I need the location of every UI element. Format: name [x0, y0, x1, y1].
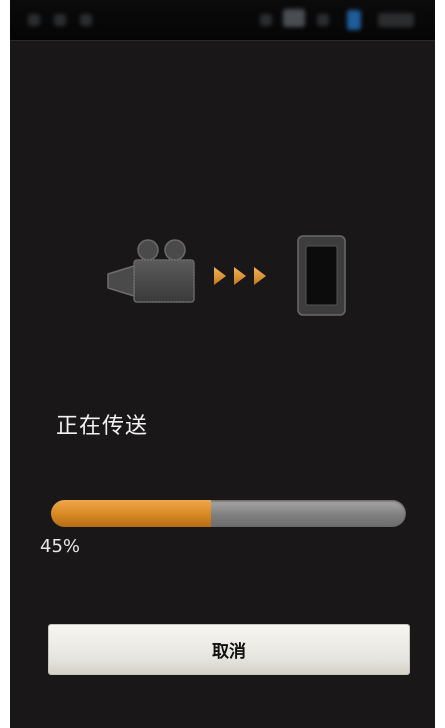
video-camera-icon [107, 239, 195, 303]
transfer-progress-bar [51, 500, 406, 527]
notification-icon [28, 14, 40, 26]
clock [378, 13, 414, 27]
battery-icon [347, 10, 361, 30]
triple-arrow-right-icon [214, 267, 266, 285]
signal-icon [317, 14, 329, 26]
wifi-icon [283, 9, 305, 27]
transfer-illustration [107, 235, 346, 316]
progress-fill [51, 500, 211, 527]
transfer-screen: 正在传送 45% 取消 [10, 0, 435, 728]
signal-icon [260, 14, 272, 26]
smartphone-icon [297, 235, 346, 316]
progress-percent-text: 45% [40, 536, 81, 557]
transfer-status-label: 正在传送 [56, 414, 149, 439]
cancel-button[interactable]: 取消 [48, 624, 410, 675]
notification-icon [80, 14, 92, 26]
status-bar [10, 0, 435, 41]
notification-icon [54, 14, 66, 26]
